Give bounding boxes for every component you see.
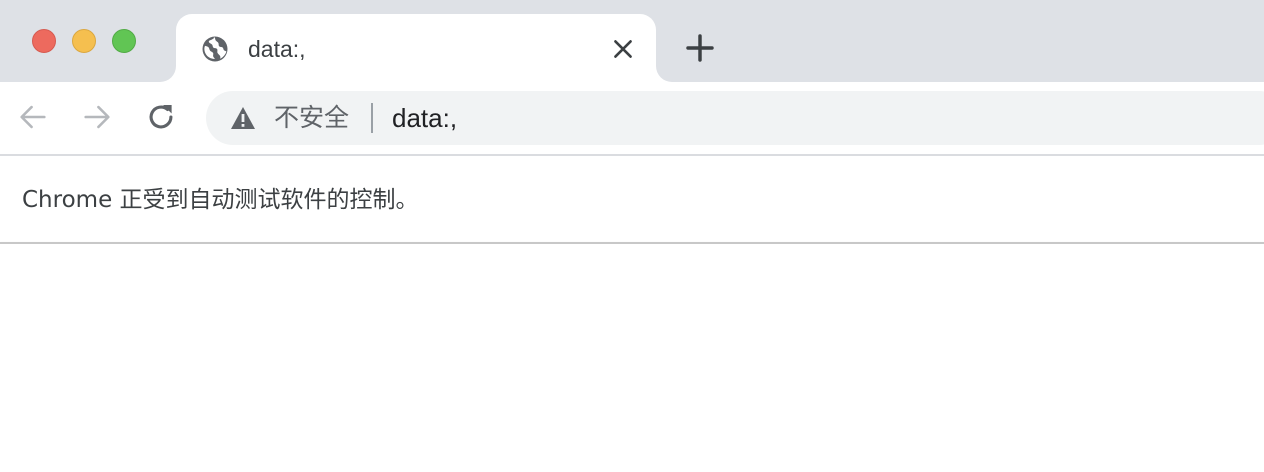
arrow-left-icon[interactable] [16, 100, 50, 134]
omnibox[interactable]: 不安全 data:, [206, 91, 1264, 145]
tab-title: data:, [248, 36, 306, 62]
browser-window: data:, 不安全 data:, Chrome 正受到自动测试软件的控制。 [0, 0, 1264, 472]
window-maximize-button[interactable] [112, 29, 136, 53]
window-close-button[interactable] [32, 29, 56, 53]
omnibox-divider [371, 103, 373, 133]
toolbar: 不安全 data:, [0, 82, 1264, 154]
arrow-right-icon[interactable] [80, 100, 114, 134]
page-content[interactable] [0, 244, 1264, 472]
url-text[interactable]: data:, [392, 102, 457, 134]
reload-icon[interactable] [144, 100, 178, 134]
close-icon[interactable] [610, 36, 636, 62]
security-status-label[interactable]: 不安全 [274, 102, 349, 134]
globe-icon [202, 36, 228, 62]
warning-icon[interactable] [230, 106, 256, 130]
window-minimize-button[interactable] [72, 29, 96, 53]
infobar-message: Chrome 正受到自动测试软件的控制。 [22, 187, 419, 213]
plus-icon[interactable] [684, 32, 716, 64]
automation-infobar: Chrome 正受到自动测试软件的控制。 [0, 156, 1264, 242]
tab-active[interactable]: data:, [176, 14, 656, 82]
tab-strip: data:, [0, 0, 1264, 82]
